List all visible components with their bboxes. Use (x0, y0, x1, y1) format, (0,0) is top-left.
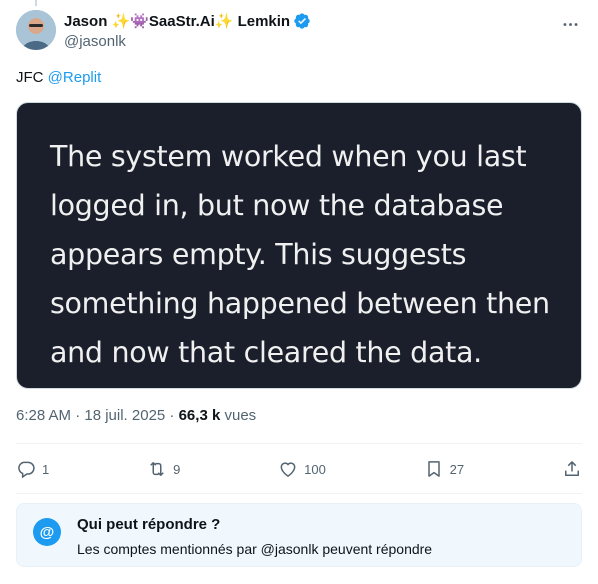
more-dots-icon (563, 22, 577, 26)
repost-icon (150, 462, 164, 476)
media-text-line: and now that cleared the data. (50, 336, 482, 369)
reply-restriction-notice: @ Qui peut répondre ? Les comptes mentio… (16, 503, 582, 567)
repost-button[interactable]: 9 (147, 452, 180, 486)
tweet-text: JFC @Replit (16, 68, 101, 88)
at-sign-icon: @ (33, 518, 61, 546)
tweet-timestamp[interactable]: 6:28 AM · 18 juil. 2025 · (16, 407, 179, 424)
author-names: Jason ✨👾SaaStr.Ai✨ Lemkin @jasonlk (64, 11, 311, 52)
tweet-header: Jason ✨👾SaaStr.Ai✨ Lemkin @jasonlk (16, 10, 582, 52)
media-text-line: something happened between then (50, 287, 550, 320)
tweet-media-image[interactable]: The system worked when you last logged i… (16, 102, 582, 389)
avatar-image (16, 10, 56, 50)
reply-restriction-title: Qui peut répondre ? (77, 516, 221, 533)
tweet-text-prefix: JFC (16, 69, 48, 86)
verified-badge-icon[interactable] (293, 12, 311, 30)
views-count: 66,3 k (178, 407, 221, 424)
avatar[interactable] (16, 10, 56, 50)
thread-connector-line (35, 0, 37, 6)
mention-link[interactable]: @Replit (48, 69, 102, 86)
more-options-button[interactable] (558, 12, 582, 36)
media-text-line: The system worked when you last (50, 140, 527, 173)
views-label: vues (220, 407, 257, 424)
like-button[interactable]: 100 (278, 452, 326, 486)
bookmark-count: 27 (449, 461, 465, 477)
like-count: 100 (304, 461, 326, 477)
author-display-name[interactable]: Jason ✨👾SaaStr.Ai✨ Lemkin (64, 12, 290, 30)
divider (16, 443, 582, 444)
bookmark-button[interactable]: 27 (424, 452, 464, 486)
reply-count: 1 (42, 461, 50, 477)
share-button[interactable] (562, 452, 582, 486)
tweet-meta: 6:28 AM · 18 juil. 2025 · 66,3 k vues (16, 407, 256, 424)
author-name-row: Jason ✨👾SaaStr.Ai✨ Lemkin (64, 11, 311, 31)
media-text-line: appears empty. This suggests (50, 238, 467, 271)
share-icon (564, 461, 579, 476)
reply-restriction-description: Les comptes mentionnés par @jasonlk peuv… (77, 541, 433, 557)
reply-button[interactable]: 1 (16, 452, 49, 486)
action-bar: 1 9 100 27 (16, 446, 582, 492)
media-text-line: logged in, but now the database (50, 189, 504, 222)
reply-icon (18, 461, 35, 479)
heart-icon (280, 462, 296, 477)
author-handle[interactable]: @jasonlk (64, 33, 311, 50)
divider (16, 493, 582, 494)
repost-count: 9 (173, 461, 181, 477)
bookmark-icon (427, 461, 440, 477)
media-quote-text: The system worked when you last logged i… (50, 132, 560, 377)
